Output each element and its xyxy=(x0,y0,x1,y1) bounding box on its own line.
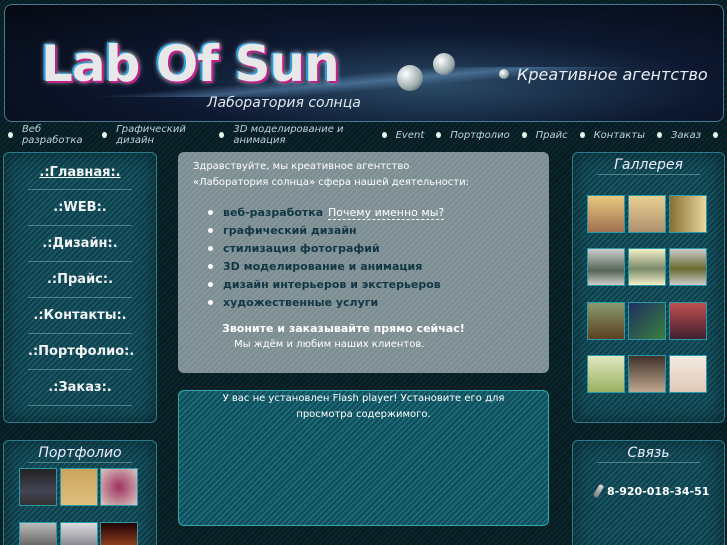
tagline: Креативное агентство xyxy=(517,65,708,84)
orb-decoration xyxy=(499,69,509,79)
orb-decoration xyxy=(397,65,423,91)
menu-design[interactable]: .:Дизайн:. xyxy=(28,226,132,262)
menu-portfolio[interactable]: .:Портфолио:. xyxy=(28,334,134,370)
portfolio-thumb[interactable] xyxy=(60,468,98,506)
portfolio-thumb[interactable] xyxy=(60,522,98,545)
gallery-thumb[interactable] xyxy=(669,195,707,233)
phone-number[interactable]: 8-920-018-34-51 xyxy=(607,485,709,498)
service-item: 3D моделирование и анимация xyxy=(208,260,441,278)
nav-event[interactable]: Event xyxy=(396,130,425,141)
nav-contacts[interactable]: Контакты xyxy=(594,130,645,141)
subtitle: Лаборатория солнца xyxy=(207,95,361,111)
header-banner: Lab Of Sun Лаборатория солнца Креативное… xyxy=(4,4,724,122)
nav-order[interactable]: Заказ xyxy=(671,130,701,141)
bullet-icon xyxy=(219,132,225,138)
portfolio-thumb[interactable] xyxy=(100,522,138,545)
intro-line: Здравствуйте, мы креативное агентство xyxy=(193,161,410,172)
menu-order[interactable]: .:Заказ:. xyxy=(28,370,132,406)
bullet-icon xyxy=(8,132,13,138)
gallery-thumb[interactable] xyxy=(669,302,707,340)
logo[interactable]: Lab Of Sun xyxy=(41,35,340,93)
menu-home[interactable]: .:Главная:. xyxy=(28,155,132,190)
nav-design[interactable]: Графический дизайн xyxy=(116,124,207,146)
portfolio-thumb[interactable] xyxy=(19,468,57,506)
gallery-thumb[interactable] xyxy=(587,355,625,393)
gallery-thumb[interactable] xyxy=(628,355,666,393)
menu-price[interactable]: .:Прайс:. xyxy=(28,262,132,298)
gallery-thumb[interactable] xyxy=(628,302,666,340)
service-item: дизайн интерьеров и экстерьеров xyxy=(208,278,441,296)
orb-decoration xyxy=(433,53,455,75)
menu-contacts[interactable]: .:Контакты:. xyxy=(28,298,132,334)
gallery-thumb[interactable] xyxy=(587,195,625,233)
top-nav: Веб разработка Графический дизайн 3D мод… xyxy=(0,124,727,146)
why-us-link[interactable]: Почему именно мы? xyxy=(328,206,445,220)
bullet-icon xyxy=(521,132,527,138)
call-to-action: Звоните и заказывайте прямо сейчас! xyxy=(222,322,465,335)
menu-web[interactable]: .:WEB:. xyxy=(28,190,132,226)
side-menu: .:Главная:. .:WEB:. .:Дизайн:. .:Прайс:.… xyxy=(3,152,157,423)
service-item: стилизация фотографий xyxy=(208,242,441,260)
services-list: веб-разработка графический дизайн стилиз… xyxy=(208,206,441,314)
contact-title: Связь xyxy=(597,441,700,463)
gallery-thumb[interactable] xyxy=(587,302,625,340)
slogan: Мы ждём и любим наших клиентов. xyxy=(234,339,425,350)
intro-box: Здравствуйте, мы креативное агентство «Л… xyxy=(178,152,549,373)
gallery-thumb[interactable] xyxy=(628,195,666,233)
portfolio-thumb[interactable] xyxy=(100,468,138,506)
gallery-title: Галлерея xyxy=(597,153,700,175)
gallery-thumb[interactable] xyxy=(628,248,666,286)
gallery-thumb[interactable] xyxy=(587,248,625,286)
service-item: художественные услуги xyxy=(208,296,441,314)
portfolio-title: Портфолио xyxy=(28,441,132,463)
phone-contact: 8-920-018-34-51 xyxy=(592,483,709,499)
bullet-icon xyxy=(579,132,585,138)
intro-line: «Лаборатория солнца» сфера нашей деятель… xyxy=(193,177,469,188)
bullet-icon xyxy=(102,132,108,138)
bullet-icon xyxy=(657,132,662,138)
portfolio-thumb[interactable] xyxy=(19,522,57,545)
intro-text: Здравствуйте, мы креативное агентство «Л… xyxy=(193,159,469,191)
nav-web[interactable]: Веб разработка xyxy=(22,124,90,146)
flash-placeholder: У вас не установлен Flash player! Устано… xyxy=(178,390,549,526)
nav-3d[interactable]: 3D моделирование и анимация xyxy=(233,124,369,146)
bullet-icon xyxy=(436,132,442,138)
bullet-icon xyxy=(381,132,387,138)
gallery-thumb[interactable] xyxy=(669,355,707,393)
gallery-thumb[interactable] xyxy=(669,248,707,286)
service-item: графический дизайн xyxy=(208,224,441,242)
bullet-icon xyxy=(713,132,718,138)
nav-portfolio[interactable]: Портфолио xyxy=(450,130,510,141)
nav-price[interactable]: Прайс xyxy=(536,130,568,141)
